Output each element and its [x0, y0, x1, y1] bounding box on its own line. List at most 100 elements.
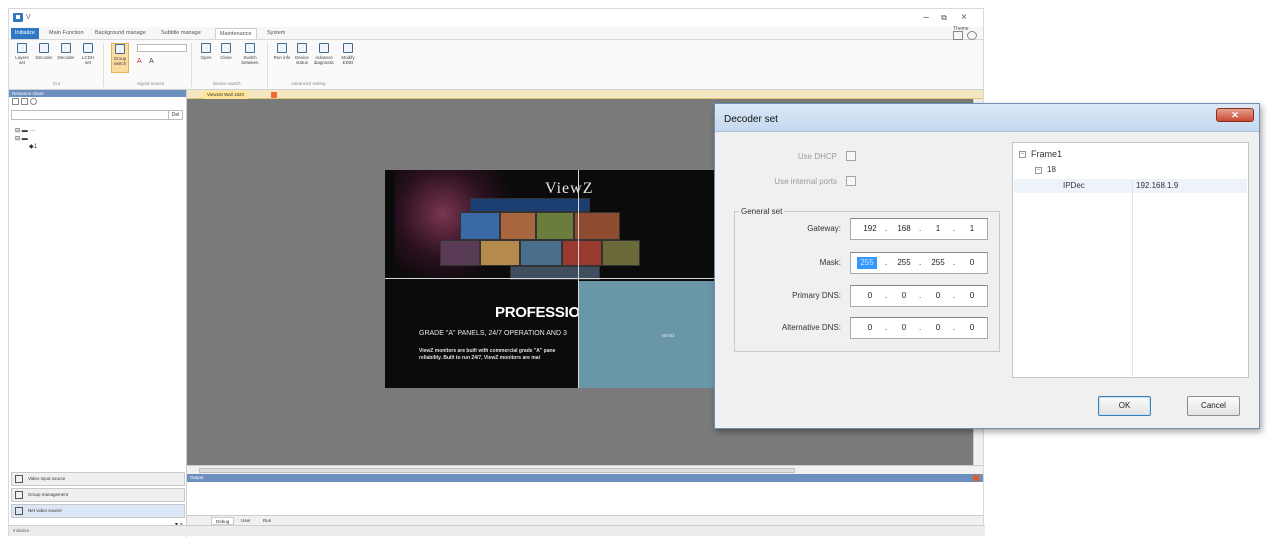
use-dhcp-checkbox[interactable] — [846, 151, 856, 161]
search-icon[interactable] — [30, 98, 37, 105]
primary-dns-ip-field[interactable]: 0. 0. 0. 0 — [850, 285, 988, 307]
ip-octet[interactable]: 0 — [959, 257, 985, 269]
decoder-2-button[interactable]: Decoder — [57, 43, 75, 60]
ip-octet[interactable]: 0 — [857, 290, 883, 302]
ip-octet[interactable]: 0 — [891, 322, 917, 334]
minimize-icon[interactable]: – — [919, 12, 933, 24]
tab-user[interactable]: User — [237, 517, 255, 525]
advance-diagnostic-button[interactable]: Advance diagnostic — [313, 43, 335, 65]
tab-initialize[interactable]: Initialize — [11, 28, 39, 39]
tab-view-wall[interactable]: View1M Wall 1920 — [203, 91, 249, 99]
ip-octet[interactable]: 255 — [925, 257, 951, 269]
close-button[interactable]: Close — [217, 43, 235, 60]
close-tab-icon[interactable] — [271, 92, 277, 98]
tab-background-manage[interactable]: Background manage — [91, 28, 150, 39]
mask-ip-field[interactable]: 255. 255. 255. 0 — [850, 252, 988, 274]
dialog-title-bar[interactable]: Decoder set ✕ — [715, 104, 1259, 132]
expand-icon[interactable] — [12, 98, 19, 105]
collapse-icon[interactable] — [21, 98, 28, 105]
ip-octet[interactable]: 255 — [891, 257, 917, 269]
device-status-button[interactable]: Device status — [293, 43, 311, 65]
help-icon[interactable] — [967, 31, 977, 40]
close-output-icon[interactable] — [973, 475, 979, 481]
ip-octet[interactable]: 0 — [925, 322, 951, 334]
monitor-off-icon — [221, 43, 231, 53]
resource-panel: Resource share Del ⊟ ▬ ··· ⊟ ▬ ◆1 Video … — [9, 90, 187, 537]
tab-system[interactable]: System — [263, 28, 289, 39]
collapse-icon[interactable]: – — [1019, 151, 1026, 158]
cancel-button[interactable]: Cancel — [1187, 396, 1240, 416]
signal-source-dropdown[interactable] — [137, 44, 187, 52]
restore-icon[interactable]: ⧉ — [937, 12, 951, 24]
monitor-tile — [470, 198, 590, 212]
tab-debug[interactable]: Debug — [211, 517, 235, 525]
ip-octet[interactable]: 0 — [959, 290, 985, 302]
ip-octet[interactable]: 168 — [891, 223, 917, 235]
ribbon-label: Switch between — [241, 55, 259, 65]
display-icon — [83, 43, 93, 53]
group-icon — [15, 491, 23, 499]
ip-dot: . — [919, 258, 922, 267]
tab-subtitle-manage[interactable]: Subtitle manage — [157, 28, 205, 39]
scrollbar-thumb[interactable] — [199, 468, 795, 473]
text-color-icon[interactable]: A — [137, 58, 142, 65]
tree-node-device[interactable]: ⊟ ▬ — [15, 135, 28, 142]
nav-group-management[interactable]: Group management — [11, 488, 185, 502]
ip-dot: . — [919, 224, 922, 233]
ip-octet[interactable]: 0 — [959, 322, 985, 334]
ip-octet[interactable]: 192 — [857, 223, 883, 235]
wall-grid-line — [385, 278, 715, 279]
ip-octet[interactable]: 1 — [959, 223, 985, 235]
monitor-tile — [602, 240, 640, 266]
ip-octet[interactable]: 0 — [925, 290, 951, 302]
tab-maintenance[interactable]: Maintenance — [215, 28, 257, 39]
use-internal-ports-checkbox[interactable] — [846, 176, 856, 186]
ribbon-group-label: Signal source — [137, 81, 165, 86]
ip-octet[interactable]: 0 — [857, 322, 883, 334]
nav-net-video-source[interactable]: Net video source — [11, 504, 185, 518]
ip-dot: . — [953, 291, 956, 300]
switch-between-button[interactable]: Switch between — [239, 43, 261, 65]
tree-column-divider — [1132, 180, 1133, 378]
gateway-ip-field[interactable]: 192. 168. 1. 1 — [850, 218, 988, 240]
delete-button[interactable]: Del — [168, 111, 182, 119]
nav-video-input-source[interactable]: Video input source — [11, 472, 185, 486]
mask-label: Mask: — [819, 258, 841, 267]
ribbon-label: Run info — [273, 55, 291, 60]
tab-main-function[interactable]: Main Function — [45, 28, 88, 39]
decoder-button[interactable]: Decoder — [35, 43, 53, 60]
modify-edid-button[interactable]: Modify EDID — [339, 43, 357, 65]
tree-node-slot[interactable]: 18 — [1047, 165, 1056, 174]
ipdec-address-value: 192.168.1.9 — [1136, 181, 1179, 190]
collapse-icon[interactable]: – — [1035, 167, 1042, 174]
theme-icon[interactable] — [953, 31, 963, 40]
wall-window-teal[interactable] — [578, 281, 715, 388]
run-info-button[interactable]: Run info — [273, 43, 291, 60]
monitor-tile — [520, 240, 562, 266]
ip-octet-selected[interactable]: 255 — [857, 257, 877, 269]
ip-octet[interactable]: 1 — [925, 223, 951, 235]
ribbon-label: Decoder — [35, 55, 53, 60]
alternative-dns-ip-field[interactable]: 0. 0. 0. 0 — [850, 317, 988, 339]
tree-node-child[interactable]: ◆1 — [29, 143, 37, 150]
tree-node-root[interactable]: ⊟ ▬ ··· — [15, 127, 35, 134]
layers-set-button[interactable]: Layers set — [13, 43, 31, 65]
ip-octet[interactable]: 0 — [891, 290, 917, 302]
ok-button[interactable]: OK — [1098, 396, 1151, 416]
horizontal-scrollbar[interactable] — [187, 465, 983, 474]
ribbon-label: Layers set — [15, 55, 29, 65]
ribbon-group-label: Cut — [53, 81, 61, 86]
open-button[interactable]: Open — [197, 43, 215, 60]
info-icon — [277, 43, 287, 53]
lcdh-set-button[interactable]: LCDH set — [79, 43, 97, 65]
font-size-icon[interactable]: A — [149, 58, 154, 65]
tab-run[interactable]: Run — [259, 517, 275, 525]
group-switch-button[interactable]: Group switch — [111, 43, 129, 73]
resource-search-input[interactable]: Del — [11, 110, 183, 120]
edid-icon — [343, 43, 353, 53]
general-set-legend: General set — [739, 207, 785, 216]
dialog-close-button[interactable]: ✕ — [1216, 108, 1254, 122]
tree-node-ipdec[interactable]: IPDec — [1063, 181, 1085, 190]
close-window-icon[interactable]: × — [957, 12, 971, 24]
tree-node-frame[interactable]: Frame1 — [1031, 149, 1062, 159]
